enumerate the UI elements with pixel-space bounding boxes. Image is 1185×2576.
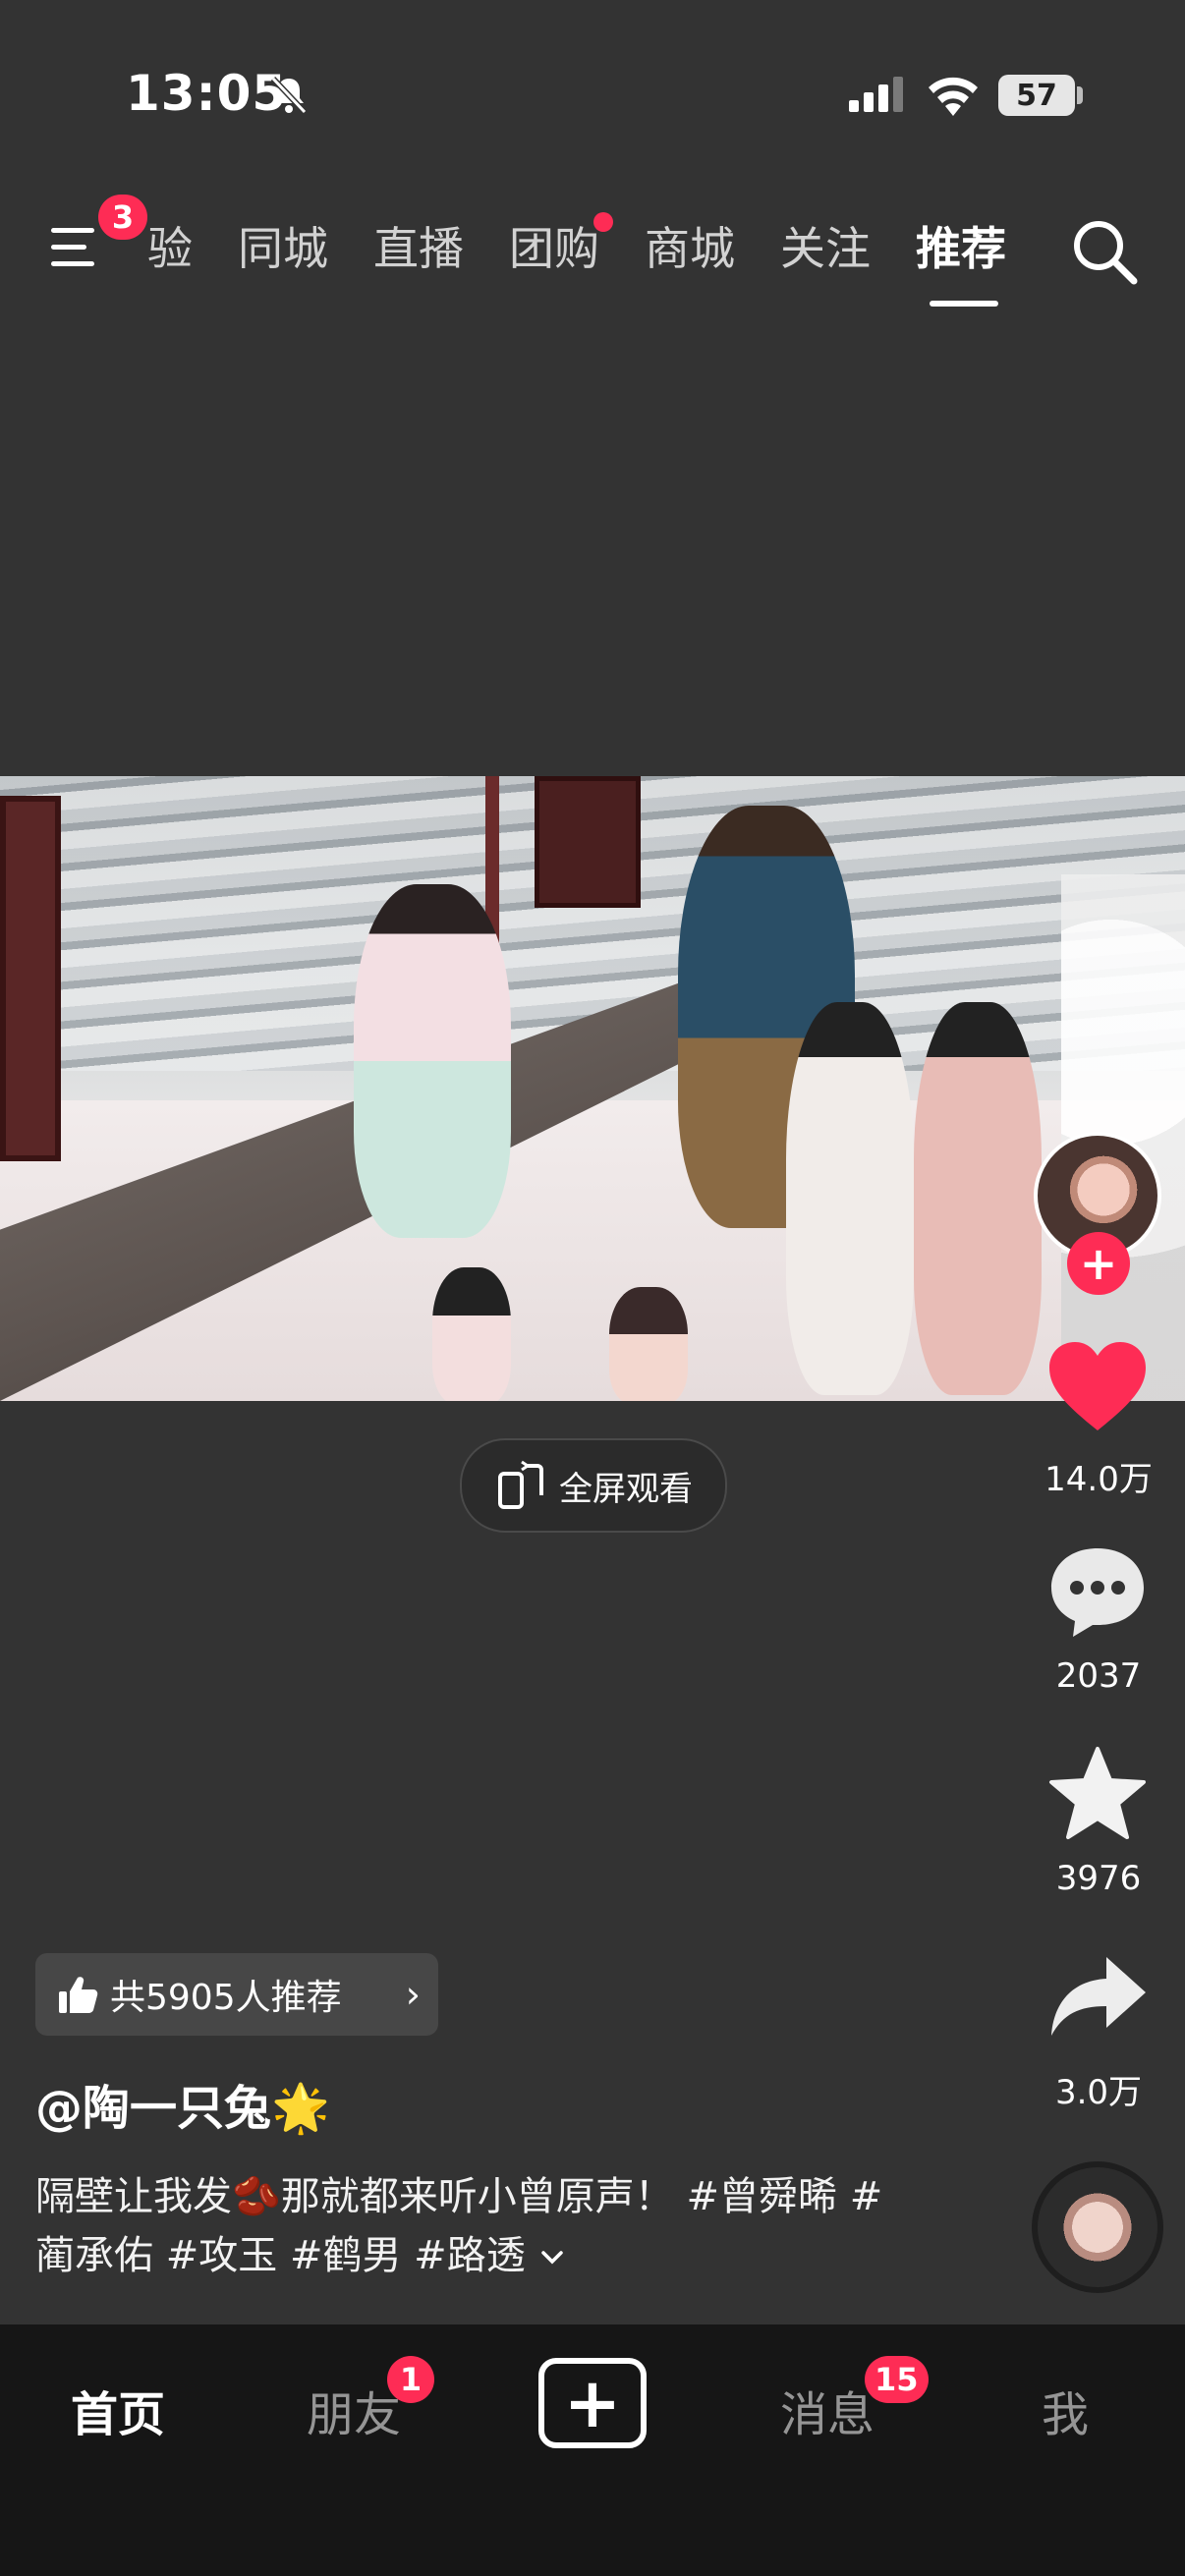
active-tab-indicator — [930, 301, 998, 307]
like-count: 14.0万 — [1044, 1460, 1153, 1499]
status-time: 13:05 — [126, 65, 288, 122]
star-icon[interactable] — [1044, 1745, 1152, 1843]
rotate-screen-icon — [498, 1460, 543, 1509]
recommend-chip[interactable]: 共5905人推荐 › — [35, 1953, 438, 2036]
notification-dot — [593, 212, 613, 232]
tab-local[interactable]: 同城 — [238, 214, 328, 283]
fullscreen-label: 全屏观看 — [559, 1469, 693, 1509]
tab-group-buy[interactable]: 团购 — [509, 212, 613, 283]
share-icon[interactable] — [1044, 1949, 1152, 2047]
heart-icon[interactable] — [1044, 1338, 1152, 1436]
video-player[interactable] — [0, 776, 1185, 1401]
caption-text: 隔壁让我发🫘那就都来听小曾原声！ #曾舜晞 #蔺承佑 #攻玉 #鹤男 #路透 — [35, 2174, 883, 2278]
menu-icon[interactable] — [47, 220, 108, 275]
follow-button[interactable]: + — [1067, 1232, 1130, 1295]
battery-icon: 57 — [998, 75, 1075, 116]
tab-experience[interactable]: 验 — [147, 214, 193, 283]
chevron-right-icon: › — [405, 1973, 421, 2016]
tab-label: 团购 — [509, 222, 599, 275]
nav-home[interactable]: 首页 — [39, 2376, 197, 2444]
video-scene-person — [354, 884, 511, 1238]
tab-recommend[interactable]: 推荐 — [916, 214, 1006, 283]
friends-badge: 1 — [387, 2356, 434, 2403]
tab-label: 推荐 — [916, 222, 1006, 275]
chevron-down-icon[interactable] — [537, 2245, 567, 2268]
wifi-icon — [929, 77, 978, 116]
tab-live[interactable]: 直播 — [373, 214, 464, 283]
tab-label: 直播 — [373, 222, 464, 275]
tab-label: 验 — [147, 222, 193, 275]
tab-label: 商城 — [645, 222, 735, 275]
tab-label: 关注 — [780, 222, 871, 275]
signal-icon — [849, 77, 903, 112]
comment-count: 2037 — [1055, 1656, 1142, 1696]
messages-badge: 15 — [865, 2356, 929, 2403]
tab-label: 同城 — [238, 222, 328, 275]
post-caption[interactable]: 隔壁让我发🫘那就都来听小曾原声！ #曾舜晞 #蔺承佑 #攻玉 #鹤男 #路透 — [35, 2167, 900, 2285]
recommend-text: 共5905人推荐 — [110, 1978, 342, 2018]
video-scene-sign — [0, 796, 61, 1161]
bell-off-icon — [270, 76, 308, 115]
fullscreen-button[interactable]: 全屏观看 — [460, 1438, 727, 1533]
comment-icon[interactable] — [1044, 1542, 1152, 1641]
share-count: 3.0万 — [1054, 2073, 1143, 2112]
battery-nub — [1077, 86, 1083, 104]
music-disc[interactable] — [1032, 2161, 1163, 2293]
video-scene-person — [432, 1267, 511, 1401]
video-scene-person — [609, 1287, 688, 1401]
favorite-count: 3976 — [1055, 1859, 1142, 1898]
video-scene-person — [786, 1002, 914, 1395]
tab-following[interactable]: 关注 — [780, 214, 871, 283]
author-name[interactable]: @陶一只兔🌟 — [35, 2069, 330, 2138]
video-scene-sign — [535, 776, 641, 908]
menu-badge: 3 — [98, 195, 147, 240]
video-scene-person — [914, 1002, 1042, 1395]
create-button[interactable]: + — [538, 2358, 647, 2448]
nav-me[interactable]: 我 — [987, 2376, 1144, 2444]
top-tabs: 验 同城 直播 团购 商城 关注 推荐 — [147, 212, 1051, 283]
thumbs-up-icon — [59, 1977, 98, 2013]
search-icon[interactable] — [1067, 214, 1142, 289]
tab-mall[interactable]: 商城 — [645, 214, 735, 283]
